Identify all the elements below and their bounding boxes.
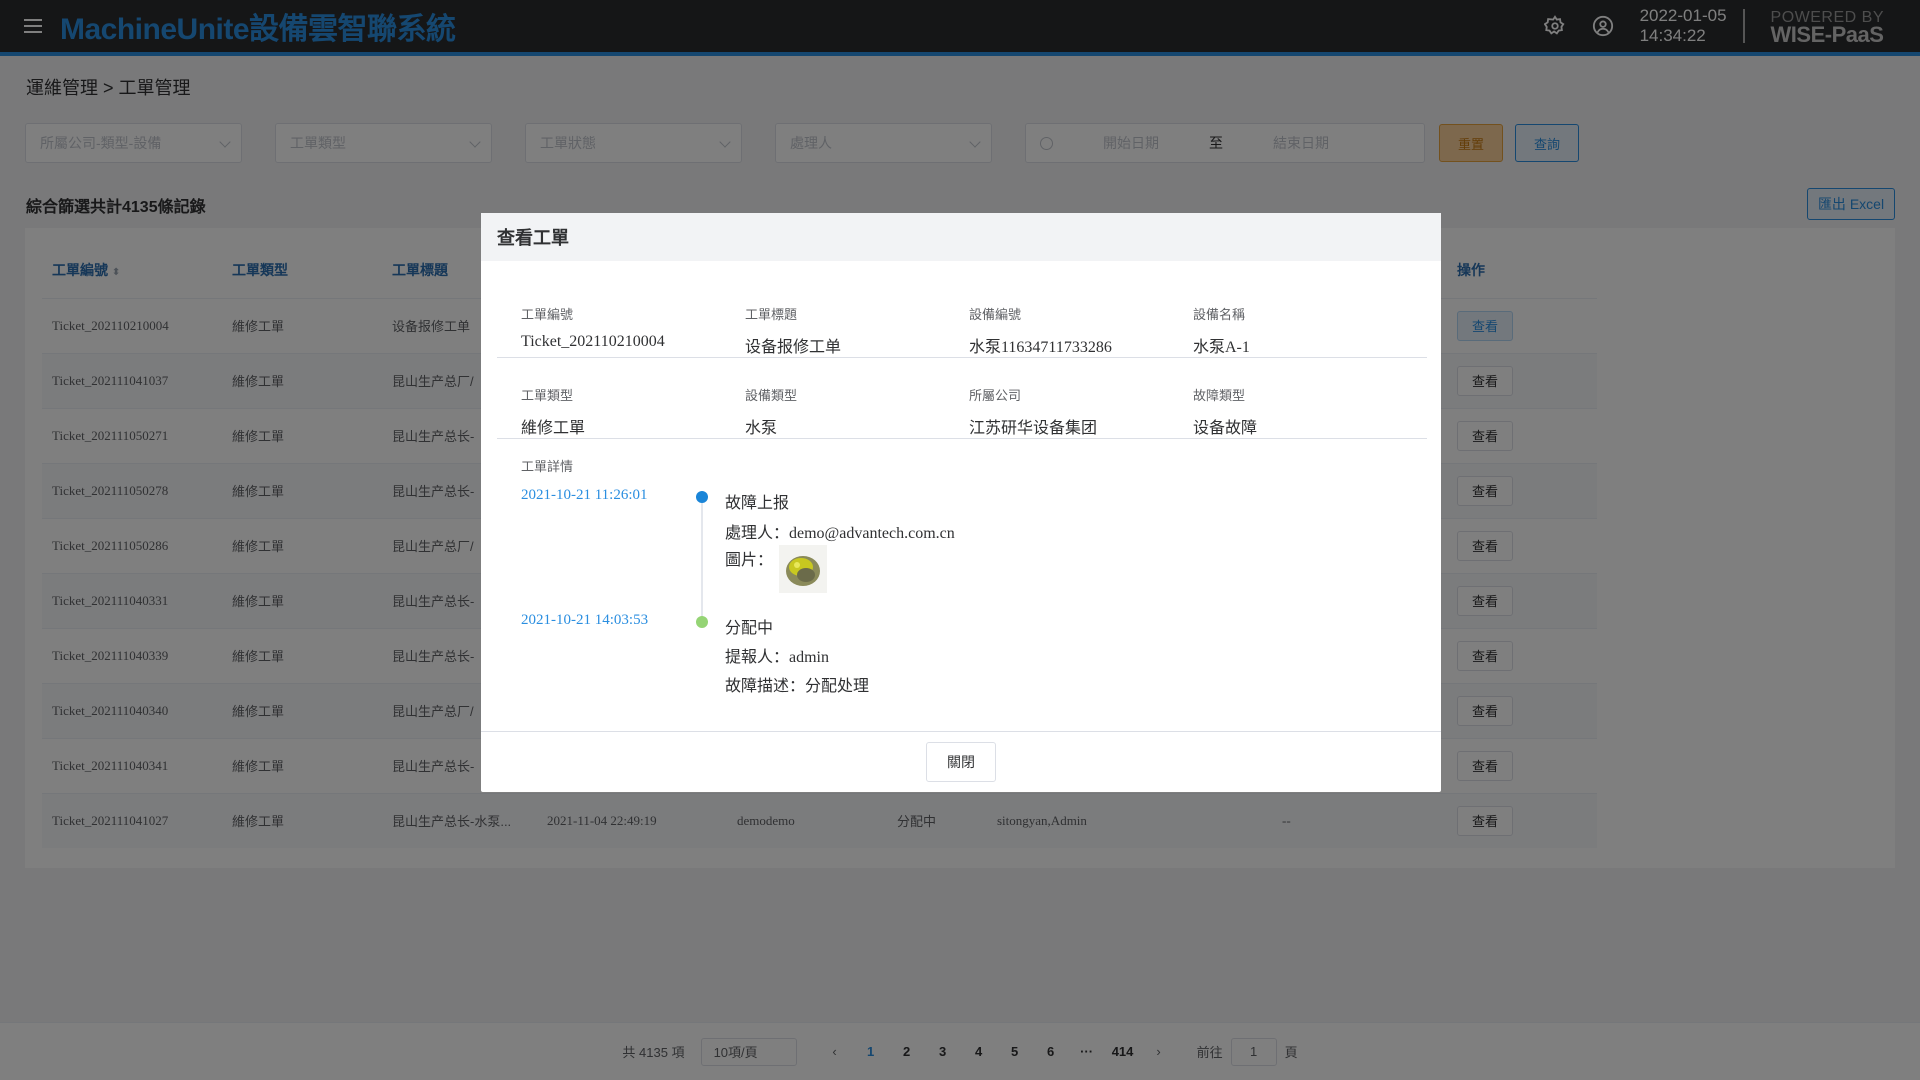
timeline-line — [701, 499, 703, 623]
ticket-info-row-1: 工單編號 Ticket_202110210004 工單標題设备报修工单 設備編號水… — [497, 278, 1427, 358]
timeline-time: 2021-10-21 11:26:01 — [521, 487, 648, 503]
field-label: 設備編號 — [969, 307, 1022, 322]
field-device-type: 設備類型 水泵 — [745, 359, 969, 438]
field-label: 故障類型 — [1193, 388, 1246, 403]
field-ticket-title: 工單標題设备报修工单 — [745, 278, 969, 357]
timeline-time: 2021-10-21 14:03:53 — [521, 612, 649, 628]
timeline-reporter: 提報人：admin — [725, 649, 829, 666]
modal-footer: 關閉 — [481, 731, 1441, 792]
field-value: 水泵 — [745, 420, 778, 437]
field-value: Ticket_202110210004 — [521, 333, 665, 350]
field-company: 所屬公司江苏研华设备集团 — [969, 359, 1193, 438]
field-value: 设备故障 — [1193, 420, 1258, 437]
field-label: 工單類型 — [521, 388, 574, 403]
close-button[interactable]: 關閉 — [926, 742, 996, 782]
timeline-dot-icon — [696, 616, 708, 628]
timeline-status: 故障上报 — [725, 495, 790, 512]
ticket-info-row-2: 工單類型維修工單 設備類型水泵 所屬公司江苏研华设备集团 故障類型设备故障 — [497, 359, 1427, 439]
modal-title: 查看工單 — [481, 213, 1441, 261]
field-value: 设备报修工单 — [745, 339, 842, 356]
field-ticket-type: 工單類型 維修工單 — [521, 359, 745, 438]
field-label: 設備名稱 — [1193, 307, 1246, 322]
field-fault-type: 故障類型 设备故障 — [1193, 359, 1417, 438]
field-label: 所屬公司 — [969, 388, 1022, 403]
timeline-handler: 處理人：demo@advantech.com.cn — [725, 525, 955, 542]
ticket-detail-label: 工單詳情 — [521, 459, 574, 474]
field-device-name: 設備名稱水泵A-1 — [1193, 278, 1417, 357]
field-label: 工單編號 — [521, 307, 574, 322]
field-value: 水泵11634711733286 — [969, 339, 1112, 356]
field-value: 水泵A-1 — [1193, 339, 1250, 356]
fault-image-thumbnail[interactable] — [779, 545, 827, 593]
field-value: 維修工單 — [521, 420, 586, 437]
view-ticket-modal: 查看工單 工單編號 Ticket_202110210004 工單標題设备报修工单 … — [481, 213, 1441, 792]
field-value: 江苏研华设备集团 — [969, 420, 1098, 437]
field-ticket-id: 工單編號 Ticket_202110210004 — [521, 278, 745, 351]
timeline-description: 故障描述：分配处理 — [725, 678, 870, 695]
timeline-image-label: 圖片： — [725, 552, 774, 569]
timeline-dot-icon — [696, 491, 708, 503]
field-label: 工單標題 — [745, 307, 798, 322]
field-device-id: 設備編號水泵11634711733286 — [969, 278, 1193, 357]
field-label: 設備類型 — [745, 388, 798, 403]
timeline-status: 分配中 — [725, 620, 774, 637]
